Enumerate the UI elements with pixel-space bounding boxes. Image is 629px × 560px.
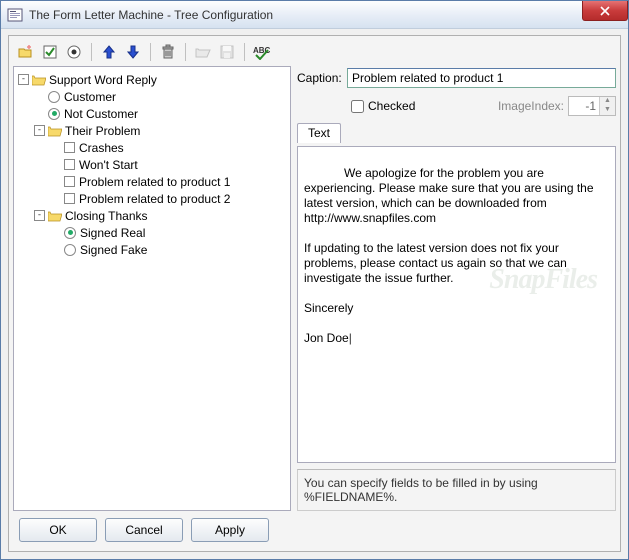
tree-node-crashes[interactable]: Crashes [16, 139, 288, 156]
dialog-button-row: OK Cancel Apply [13, 511, 616, 545]
detail-panel: Caption: Checked ImageIndex: ▲ ▼ [297, 66, 616, 511]
close-button[interactable] [582, 1, 628, 21]
checkbox-empty-icon [64, 142, 75, 153]
tree-node-their-problem[interactable]: - Their Problem [16, 122, 288, 139]
close-icon [600, 6, 610, 16]
new-radio-button[interactable] [63, 41, 85, 63]
tree-node-label: Their Problem [65, 124, 140, 138]
tree-node-label: Not Customer [64, 107, 138, 121]
spellcheck-icon: ABC [253, 44, 271, 60]
image-index-label: ImageIndex: [498, 99, 564, 113]
text-content: We apologize for the problem you are exp… [304, 166, 597, 345]
radio-selected-icon [48, 108, 60, 120]
toolbar-sep-1 [91, 43, 92, 61]
radio-selected-icon [64, 227, 76, 239]
spin-down-button[interactable]: ▼ [600, 106, 615, 115]
tree-node-label: Support Word Reply [49, 73, 157, 87]
folder-open-icon [48, 125, 62, 137]
move-down-button[interactable] [122, 41, 144, 63]
content-inner: ABC - Support Word Reply [8, 35, 621, 552]
folder-open-icon [48, 210, 62, 222]
apply-button[interactable]: Apply [191, 518, 269, 542]
tree-node-wont-start[interactable]: Won't Start [16, 156, 288, 173]
arrow-down-icon [125, 44, 141, 60]
tree-node-label: Problem related to product 1 [79, 175, 230, 189]
titlebar[interactable]: The Form Letter Machine - Tree Configura… [1, 1, 628, 29]
arrow-up-icon [101, 44, 117, 60]
tree-node-label: Signed Real [80, 226, 145, 240]
tab-strip: Text [297, 122, 616, 142]
new-check-button[interactable] [39, 41, 61, 63]
tree-panel[interactable]: - Support Word Reply Customer [13, 66, 291, 511]
hint-text: You can specify fields to be filled in b… [297, 469, 616, 511]
move-up-button[interactable] [98, 41, 120, 63]
toolbar-sep-4 [244, 43, 245, 61]
tree-node-closing-thanks[interactable]: - Closing Thanks [16, 207, 288, 224]
tree-node-not-customer[interactable]: Not Customer [16, 105, 288, 122]
tree-node-product-2[interactable]: Problem related to product 2 [16, 190, 288, 207]
disk-icon [219, 44, 235, 60]
tree-node-customer[interactable]: Customer [16, 88, 288, 105]
tree-node-label: Closing Thanks [65, 209, 148, 223]
checkbox-icon [42, 44, 58, 60]
image-index-spinner[interactable]: ▲ ▼ [568, 96, 616, 116]
checkbox-empty-icon [64, 176, 75, 187]
checked-label[interactable]: Checked [368, 99, 415, 113]
spellcheck-button[interactable]: ABC [251, 41, 273, 63]
window-title: The Form Letter Machine - Tree Configura… [29, 8, 273, 22]
expander-icon[interactable]: - [34, 125, 45, 136]
toolbar-sep-3 [185, 43, 186, 61]
expander-icon[interactable]: - [18, 74, 29, 85]
toolbar-sep-2 [150, 43, 151, 61]
app-icon [7, 7, 23, 23]
save-button[interactable] [216, 41, 238, 63]
checked-checkbox[interactable] [351, 100, 364, 113]
tree-node-product-1[interactable]: Problem related to product 1 [16, 173, 288, 190]
open-folder-icon [195, 44, 211, 60]
radio-icon [66, 44, 82, 60]
tree-node-label: Signed Fake [80, 243, 147, 257]
caption-input[interactable] [347, 68, 616, 88]
delete-button[interactable] [157, 41, 179, 63]
tree-node-label: Crashes [79, 141, 124, 155]
tab-text[interactable]: Text [297, 123, 341, 143]
checkbox-empty-icon [64, 193, 75, 204]
radio-unselected-icon [48, 91, 60, 103]
checked-row: Checked ImageIndex: ▲ ▼ [297, 94, 616, 118]
trash-icon [160, 44, 176, 60]
expander-icon[interactable]: - [34, 210, 45, 221]
image-index-input[interactable] [569, 97, 599, 115]
cancel-button[interactable]: Cancel [105, 518, 183, 542]
text-editor[interactable]: We apologize for the problem you are exp… [297, 146, 616, 463]
main-split: - Support Word Reply Customer [13, 66, 616, 511]
tree-node-signed-fake[interactable]: Signed Fake [16, 241, 288, 258]
checkbox-empty-icon [64, 159, 75, 170]
tree-node-signed-real[interactable]: Signed Real [16, 224, 288, 241]
tree-node-label: Problem related to product 2 [79, 192, 230, 206]
caption-row: Caption: [297, 66, 616, 90]
tree-node-label: Won't Start [79, 158, 138, 172]
new-folder-button[interactable] [15, 41, 37, 63]
caption-label: Caption: [297, 71, 343, 85]
toolbar: ABC [13, 40, 616, 66]
new-folder-icon [18, 44, 34, 60]
ok-button[interactable]: OK [19, 518, 97, 542]
radio-unselected-icon [64, 244, 76, 256]
content-outer: ABC - Support Word Reply [1, 29, 628, 559]
spin-up-button[interactable]: ▲ [600, 97, 615, 106]
tree-node-label: Customer [64, 90, 116, 104]
open-button[interactable] [192, 41, 214, 63]
window-frame: The Form Letter Machine - Tree Configura… [0, 0, 629, 560]
folder-open-icon [32, 74, 46, 86]
tree-node-root[interactable]: - Support Word Reply [16, 71, 288, 88]
